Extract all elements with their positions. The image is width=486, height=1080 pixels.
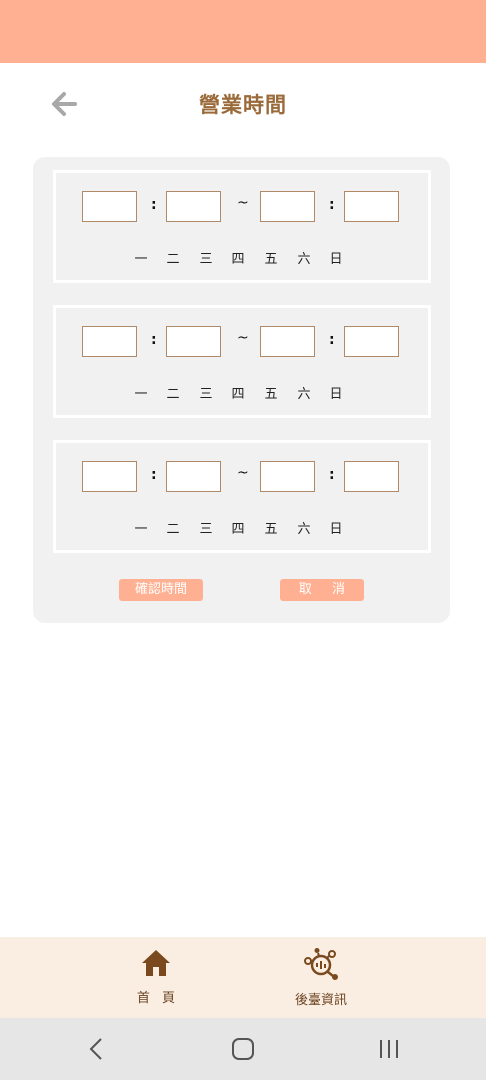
colon-separator: : — [329, 197, 335, 213]
range-separator: ~ — [237, 195, 249, 211]
range-separator: ~ — [237, 465, 249, 481]
close-minute-input[interactable] — [344, 461, 399, 492]
weekday-thu[interactable]: 四 — [228, 248, 248, 267]
nav-home-label: 首 頁 — [136, 991, 180, 1006]
colon-separator: : — [329, 332, 335, 348]
time-slot: : ~ : 一 二 三 四 五 六 日 — [53, 440, 431, 553]
weekday-sat[interactable]: 六 — [294, 248, 314, 267]
weekday-fri[interactable]: 五 — [261, 248, 281, 267]
nav-home[interactable]: 首 頁 — [130, 947, 182, 1006]
colon-separator: : — [151, 467, 157, 483]
weekday-wed[interactable]: 三 — [196, 518, 216, 537]
weekday-tue[interactable]: 二 — [163, 248, 183, 267]
weekday-sat[interactable]: 六 — [294, 518, 314, 537]
weekday-mon[interactable]: 一 — [131, 248, 151, 267]
open-minute-input[interactable] — [166, 191, 221, 222]
page-title: 營業時間 — [199, 93, 287, 117]
house-icon — [142, 950, 170, 976]
open-hour-input[interactable] — [82, 326, 137, 357]
weekday-selector: 一 二 三 四 五 六 日 — [56, 248, 428, 268]
nav-backend-info[interactable]: 後臺資訊 — [286, 947, 356, 1008]
colon-separator: : — [151, 197, 157, 213]
weekday-wed[interactable]: 三 — [196, 248, 216, 267]
close-hour-input[interactable] — [260, 326, 315, 357]
status-bar — [0, 0, 486, 63]
weekday-thu[interactable]: 四 — [228, 518, 248, 537]
weekday-tue[interactable]: 二 — [163, 518, 183, 537]
colon-separator: : — [151, 332, 157, 348]
cancel-button[interactable]: 取 消 — [280, 579, 364, 601]
rounded-square-icon — [232, 1038, 254, 1060]
weekday-selector: 一 二 三 四 五 六 日 — [56, 383, 428, 403]
weekday-mon[interactable]: 一 — [131, 383, 151, 402]
open-hour-input[interactable] — [82, 191, 137, 222]
weekday-fri[interactable]: 五 — [261, 518, 281, 537]
open-hour-input[interactable] — [82, 461, 137, 492]
network-analytics-icon — [304, 948, 338, 980]
weekday-sun[interactable]: 日 — [326, 248, 346, 267]
close-hour-input[interactable] — [260, 191, 315, 222]
nav-backend-label: 後臺資訊 — [294, 993, 347, 1008]
close-minute-input[interactable] — [344, 326, 399, 357]
recent-apps-icon — [380, 1040, 398, 1058]
weekday-sun[interactable]: 日 — [326, 518, 346, 537]
weekday-fri[interactable]: 五 — [261, 383, 281, 402]
close-hour-input[interactable] — [260, 461, 315, 492]
confirm-time-button[interactable]: 確認時間 — [119, 579, 203, 601]
colon-separator: : — [329, 467, 335, 483]
weekday-thu[interactable]: 四 — [228, 383, 248, 402]
chevron-left-icon — [89, 1038, 102, 1060]
weekday-sat[interactable]: 六 — [294, 383, 314, 402]
weekday-tue[interactable]: 二 — [163, 383, 183, 402]
time-slot: : ~ : 一 二 三 四 五 六 日 — [53, 305, 431, 418]
weekday-mon[interactable]: 一 — [131, 518, 151, 537]
close-minute-input[interactable] — [344, 191, 399, 222]
weekday-sun[interactable]: 日 — [326, 383, 346, 402]
system-recent-apps-button[interactable] — [375, 1036, 405, 1062]
weekday-selector: 一 二 三 四 五 六 日 — [56, 518, 428, 538]
business-hours-card: : ~ : 一 二 三 四 五 六 日 : ~ : 一 二 三 四 五 六 日 — [33, 157, 450, 623]
system-back-button[interactable] — [82, 1036, 112, 1062]
system-home-button[interactable] — [228, 1036, 258, 1062]
time-slot: : ~ : 一 二 三 四 五 六 日 — [53, 170, 431, 283]
range-separator: ~ — [237, 330, 249, 346]
system-navigation-bar — [0, 1018, 486, 1080]
weekday-wed[interactable]: 三 — [196, 383, 216, 402]
open-minute-input[interactable] — [166, 461, 221, 492]
header: 營業時間 — [0, 63, 486, 143]
bottom-nav: 首 頁 後臺資訊 — [0, 937, 486, 1018]
open-minute-input[interactable] — [166, 326, 221, 357]
